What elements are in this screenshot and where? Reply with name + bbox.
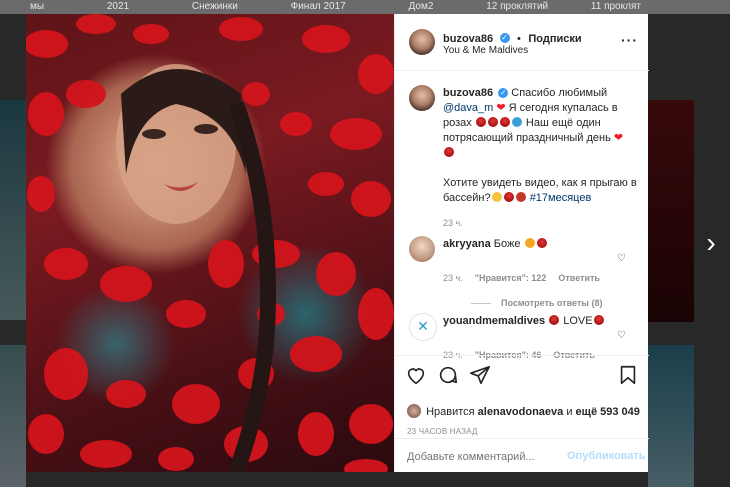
avatar[interactable] bbox=[407, 404, 421, 418]
comment-time: 23 ч. bbox=[443, 273, 463, 283]
rose-emoji bbox=[536, 238, 547, 248]
rose-emoji bbox=[499, 117, 510, 127]
more-options-icon[interactable]: ··· bbox=[621, 32, 638, 48]
bg-label: 2021 bbox=[106, 1, 130, 12]
likes-middle: и bbox=[566, 406, 573, 418]
likes-count[interactable]: ещё 593 049 bbox=[576, 406, 640, 418]
bg-label: мы bbox=[30, 1, 45, 12]
red-heart-emoji: ❤ bbox=[496, 102, 506, 114]
avatar[interactable] bbox=[409, 236, 435, 262]
share-icon[interactable] bbox=[469, 364, 491, 386]
rose-emoji bbox=[487, 117, 498, 127]
caption-author[interactable]: buzova86 bbox=[443, 87, 493, 99]
post-modal: buzova86 ✓ • Подписки You & Me Maldives … bbox=[26, 14, 649, 472]
rose-emoji bbox=[593, 315, 604, 325]
bg-label: 12 проклятий bbox=[486, 1, 549, 12]
avatar[interactable] bbox=[409, 85, 435, 111]
next-arrow-icon[interactable]: › bbox=[700, 228, 722, 258]
caption-mention-link[interactable]: @dava_m bbox=[443, 102, 493, 114]
bg-label: 11 проклят bbox=[590, 1, 641, 12]
post-age: 23 ЧАСОВ НАЗАД bbox=[407, 427, 478, 436]
rose-petals-image bbox=[26, 14, 394, 472]
view-replies-button[interactable]: Посмотреть ответы (8) bbox=[501, 298, 602, 308]
rose-emoji bbox=[475, 117, 486, 127]
comment-text: LOVE bbox=[563, 315, 593, 327]
likes-prefix: Нравится bbox=[426, 406, 475, 418]
avatar[interactable] bbox=[409, 29, 435, 55]
comment-likes[interactable]: "Нравится": 122 bbox=[475, 273, 547, 283]
verified-icon: ✓ bbox=[498, 88, 509, 99]
splash-emoji bbox=[515, 192, 526, 202]
cat-emoji bbox=[524, 238, 535, 248]
heart-icon[interactable] bbox=[405, 364, 427, 386]
background-nav-strip: мы 2021 Снежинки Финал 2017 Дом2 12 прок… bbox=[0, 0, 730, 14]
heart-icon[interactable]: ♡ bbox=[617, 330, 626, 341]
publish-button[interactable]: Опубликовать bbox=[567, 450, 646, 462]
bookmark-icon[interactable] bbox=[617, 364, 639, 386]
add-comment-bar: Опубликовать bbox=[395, 438, 649, 473]
post-caption: buzova86 ✓ Спасибо любимый @dava_m ❤ Я с… bbox=[443, 86, 637, 231]
avatar[interactable]: ✕ bbox=[409, 313, 437, 341]
comment-author[interactable]: youandmemaldives bbox=[443, 315, 545, 327]
likes-user[interactable]: alenavodonaeva bbox=[478, 406, 564, 418]
caption-text: Спасибо любимый bbox=[511, 87, 608, 99]
post-photo[interactable] bbox=[26, 14, 394, 472]
wave-emoji bbox=[511, 117, 522, 127]
verified-icon: ✓ bbox=[499, 32, 510, 43]
comment-input[interactable] bbox=[405, 447, 559, 467]
comment-icon[interactable] bbox=[437, 364, 459, 386]
post-header: buzova86 ✓ • Подписки You & Me Maldives … bbox=[395, 14, 649, 71]
bg-label: Дом2 bbox=[408, 1, 434, 12]
caption-hashtag-link[interactable]: #17месяцев bbox=[530, 192, 592, 204]
heart-icon[interactable]: ♡ bbox=[617, 253, 626, 264]
comment-author[interactable]: akryyana bbox=[443, 238, 491, 250]
post-sidebar: buzova86 ✓ • Подписки You & Me Maldives … bbox=[394, 14, 649, 472]
author-username[interactable]: buzova86 bbox=[443, 33, 493, 45]
location-link[interactable]: You & Me Maldives bbox=[443, 45, 528, 56]
red-heart-emoji: ❤ bbox=[613, 132, 624, 144]
caption-time: 23 ч. bbox=[443, 218, 463, 228]
reply-button[interactable]: Ответить bbox=[558, 273, 600, 283]
rose-emoji bbox=[549, 315, 560, 325]
rose-emoji bbox=[503, 192, 514, 202]
follow-status-button[interactable]: Подписки bbox=[528, 33, 581, 45]
bg-label: Финал 2017 bbox=[290, 1, 346, 12]
rose-emoji bbox=[444, 147, 454, 157]
comment-text: Боже bbox=[493, 238, 521, 250]
bg-label: Снежинки bbox=[191, 1, 238, 12]
grin-emoji bbox=[491, 192, 502, 202]
likes-line: Нравится alenavodonaeva и ещё 593 049 bbox=[407, 404, 640, 418]
